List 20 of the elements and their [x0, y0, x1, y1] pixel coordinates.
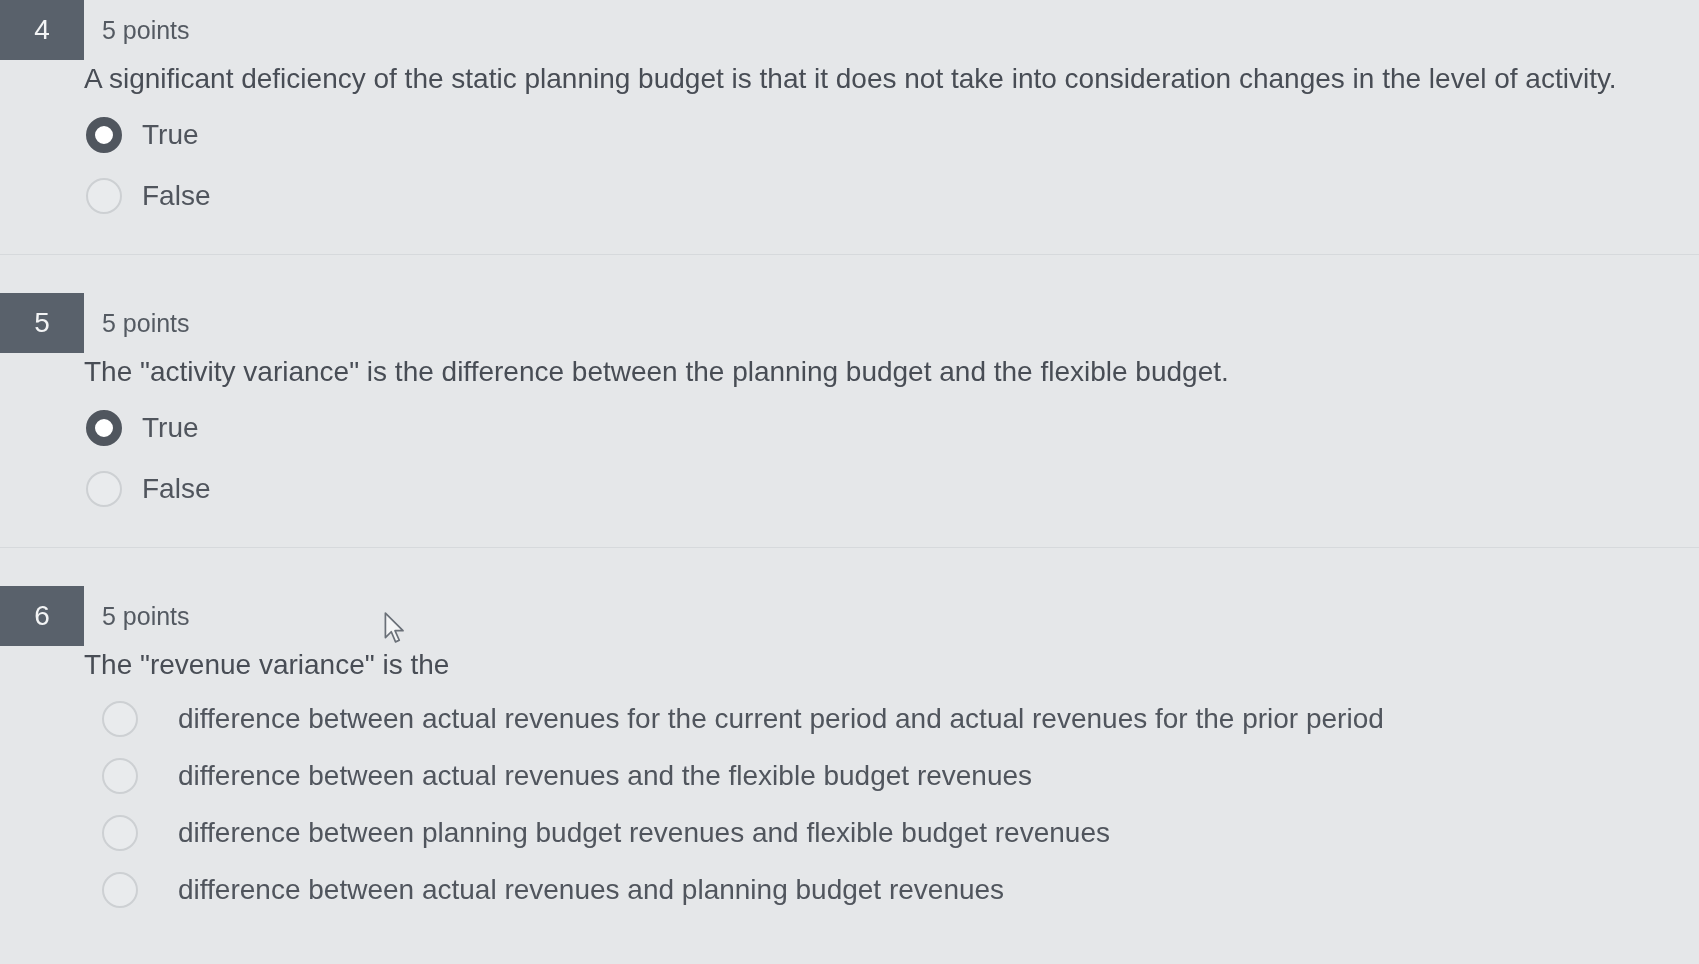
question-text: A significant deficiency of the static planning budget is that it does not take into consideration changes in the level of activity. [84, 62, 1618, 96]
option-label[interactable]: difference between actual revenues and the flexible budget revenues [178, 759, 1033, 792]
question-text: The "revenue variance" is the [84, 648, 451, 682]
question-number: 4 [0, 0, 84, 60]
points-label: 5 points [101, 601, 190, 631]
option-label[interactable]: difference between actual revenues for the current period and actual revenues for the prior period [178, 702, 1384, 735]
option-label[interactable]: False [142, 179, 211, 212]
option-label[interactable]: True [142, 411, 199, 444]
question-number: 5 [0, 293, 84, 353]
points-label: 5 points [101, 308, 190, 338]
option-label[interactable]: difference between planning budget revenues and flexible budget revenues [178, 816, 1110, 849]
points-label: 5 points [101, 15, 190, 45]
question-number: 6 [0, 586, 84, 646]
mouse-pointer-icon [384, 612, 406, 644]
option-label[interactable]: False [142, 472, 211, 505]
option-label[interactable]: difference between actual revenues and planning budget revenues [178, 873, 1005, 906]
option-label[interactable]: True [142, 118, 199, 151]
radio-button[interactable] [86, 116, 122, 153]
radio-button[interactable] [86, 409, 122, 446]
question-text: The "activity variance" is the difference between the planning budget and the flexible budget. [84, 355, 1230, 389]
